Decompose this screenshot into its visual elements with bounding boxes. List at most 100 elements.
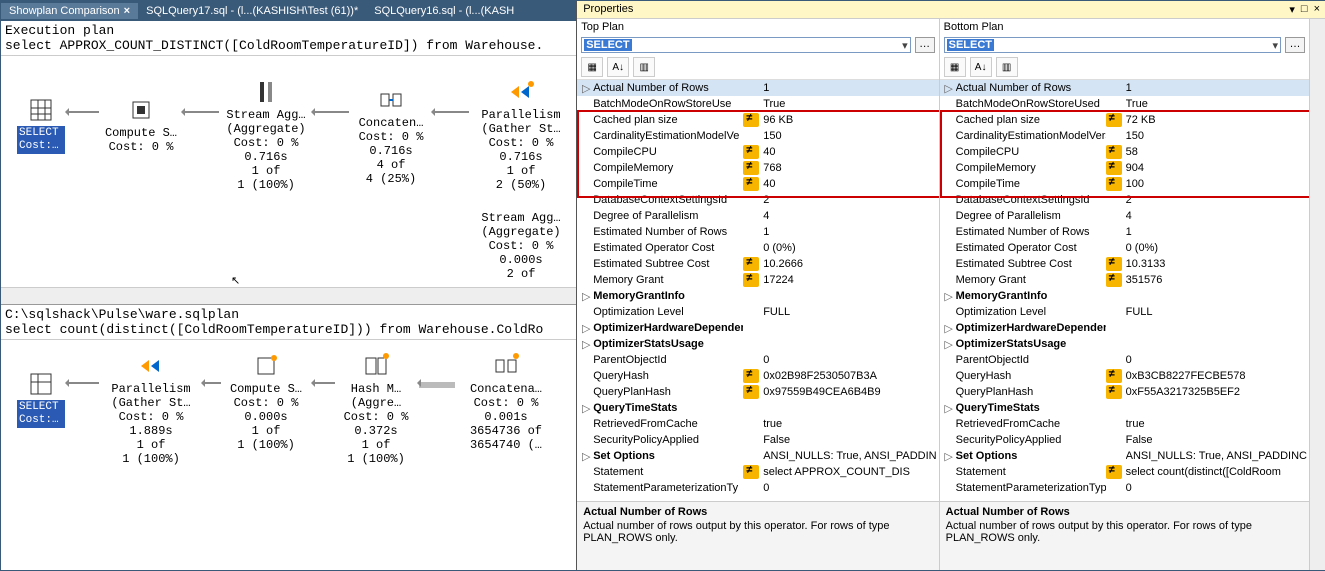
property-row[interactable]: Optimization LevelFULL [940, 304, 1309, 320]
property-row[interactable]: CompileTime40 [577, 176, 938, 192]
property-row[interactable]: ▷MemoryGrantInfo [940, 288, 1309, 304]
node-select[interactable]: SELECTCost:… [17, 96, 65, 154]
horizontal-scrollbar[interactable] [1, 287, 576, 304]
property-row[interactable]: SecurityPolicyAppliedFalse [577, 432, 938, 448]
property-row[interactable]: DatabaseContextSettingsId2 [940, 192, 1309, 208]
vertical-scrollbar[interactable] [1309, 19, 1325, 570]
property-row[interactable]: Degree of Parallelism4 [577, 208, 938, 224]
property-row[interactable]: ▷Set OptionsANSI_NULLS: True, ANSI_PADDI… [940, 448, 1309, 464]
close-icon[interactable]: × [124, 5, 130, 17]
node-compute-scalar[interactable]: Compute S…Cost: 0 %0.000s1 of1 (100%) [221, 352, 311, 452]
node-concatenation[interactable]: Concaten…Cost: 0 %0.716s4 of4 (25%) [351, 86, 431, 186]
property-row[interactable]: ▷QueryTimeStats [577, 400, 938, 416]
property-row[interactable]: Estimated Subtree Cost10.3133 [940, 256, 1309, 272]
property-row[interactable]: CompileCPU40 [577, 144, 938, 160]
property-row[interactable]: ▷Actual Number of Rows1 [940, 80, 1309, 96]
property-row[interactable]: ParentObjectId0 [577, 352, 938, 368]
property-row[interactable]: CompileMemory768 [577, 160, 938, 176]
property-row[interactable]: ▷QueryTimeStats [940, 400, 1309, 416]
expand-icon[interactable]: ▷ [942, 82, 956, 95]
ellipsis-button[interactable]: … [1285, 37, 1305, 53]
alphabetical-button[interactable]: A↓ [970, 57, 992, 77]
expand-icon[interactable]: ▷ [942, 338, 956, 351]
properties-grid[interactable]: ▷Actual Number of Rows1BatchModeOnRowSto… [940, 80, 1309, 501]
top-plan-canvas[interactable]: SELECTCost:… Compute S…Cost: 0 % Stream … [1, 56, 576, 287]
property-row[interactable]: BatchModeOnRowStoreUseTrue [577, 96, 938, 112]
node-compute-scalar[interactable]: Compute S…Cost: 0 % [101, 96, 181, 154]
tab-showplan[interactable]: Showplan Comparison × [1, 3, 138, 19]
property-row[interactable]: QueryPlanHash0xF55A3217325B5EF2 [940, 384, 1309, 400]
property-row[interactable]: Cached plan size96 KB [577, 112, 938, 128]
expand-icon[interactable]: ▷ [579, 450, 593, 463]
categorized-button[interactable]: ▦ [581, 57, 603, 77]
property-value: 0 (0%) [763, 242, 936, 254]
properties-button[interactable]: ▥ [633, 57, 655, 77]
property-row[interactable]: ▷MemoryGrantInfo [577, 288, 938, 304]
property-row[interactable]: ▷OptimizerStatsUsage [940, 336, 1309, 352]
properties-button[interactable]: ▥ [996, 57, 1018, 77]
property-row[interactable]: ▷OptimizerHardwareDependent [940, 320, 1309, 336]
property-row[interactable]: Memory Grant351576 [940, 272, 1309, 288]
property-row[interactable]: Statementselect count(distinct([ColdRoom [940, 464, 1309, 480]
properties-grid[interactable]: ▷Actual Number of Rows1BatchModeOnRowSto… [577, 80, 938, 501]
property-row[interactable]: CompileMemory904 [940, 160, 1309, 176]
property-row[interactable]: ▷OptimizerStatsUsage [577, 336, 938, 352]
property-row[interactable]: Memory Grant17224 [577, 272, 938, 288]
property-row[interactable]: Statementselect APPROX_COUNT_DIS [577, 464, 938, 480]
expand-icon[interactable]: ▷ [942, 290, 956, 303]
operator-select[interactable]: SELECT [581, 37, 910, 53]
properties-panel: Properties ▾ □ × Top Plan SELECT … ▦ A↓ … [577, 1, 1325, 570]
property-row[interactable]: Estimated Operator Cost0 (0%) [577, 240, 938, 256]
property-row[interactable]: StatementParameterizationTy0 [577, 480, 938, 496]
categorized-button[interactable]: ▦ [944, 57, 966, 77]
expand-icon[interactable]: ▷ [579, 402, 593, 415]
property-row[interactable]: StatementParameterizationTyp0 [940, 480, 1309, 496]
node-hash-match[interactable]: Hash M…(Aggre…Cost: 0 %0.372s1 of1 (100%… [336, 352, 416, 466]
property-row[interactable]: QueryHash0x02B98F2530507B3A [577, 368, 938, 384]
node-parallelism[interactable]: Parallelism(Gather St…Cost: 0 %1.889s1 o… [101, 352, 201, 466]
property-row[interactable]: CardinalityEstimationModelVers150 [940, 128, 1309, 144]
property-row[interactable]: Estimated Number of Rows1 [577, 224, 938, 240]
property-row[interactable]: BatchModeOnRowStoreUsedTrue [940, 96, 1309, 112]
property-row[interactable]: DatabaseContextSettingsId2 [577, 192, 938, 208]
property-row[interactable]: ▷Set OptionsANSI_NULLS: True, ANSI_PADDI… [577, 448, 938, 464]
tab-query16[interactable]: SQLQuery16.sql - (l...(KASH [366, 3, 522, 19]
property-row[interactable]: Estimated Subtree Cost10.2666 [577, 256, 938, 272]
node-stream-aggregate[interactable]: Stream Agg…(Aggregate)Cost: 0 %0.716s1 o… [221, 78, 311, 192]
alphabetical-button[interactable]: A↓ [607, 57, 629, 77]
property-row[interactable]: CompileCPU58 [940, 144, 1309, 160]
property-row[interactable]: QueryPlanHash0x97559B49CEA6B4B9 [577, 384, 938, 400]
property-row[interactable]: CompileTime100 [940, 176, 1309, 192]
node-select[interactable]: SELECTCost:… [17, 370, 65, 428]
property-row[interactable]: CardinalityEstimationModelVe150 [577, 128, 938, 144]
property-row[interactable]: Cached plan size72 KB [940, 112, 1309, 128]
node-parallelism[interactable]: Parallelism(Gather St…Cost: 0 %0.716s1 o… [471, 78, 571, 192]
property-row[interactable]: ▷Actual Number of Rows1 [577, 80, 938, 96]
expand-icon[interactable]: ▷ [942, 322, 956, 335]
expand-icon[interactable]: ▷ [942, 450, 956, 463]
property-row[interactable]: Estimated Operator Cost0 (0%) [940, 240, 1309, 256]
expand-icon[interactable]: ▷ [579, 322, 593, 335]
ellipsis-button[interactable]: … [915, 37, 935, 53]
expand-icon[interactable]: ▷ [579, 338, 593, 351]
property-row[interactable]: Estimated Number of Rows1 [940, 224, 1309, 240]
property-row[interactable]: Degree of Parallelism4 [940, 208, 1309, 224]
property-row[interactable]: Optimization LevelFULL [577, 304, 938, 320]
property-row[interactable]: QueryHash0xB3CB8227FECBE578 [940, 368, 1309, 384]
property-row[interactable]: RetrievedFromCachetrue [940, 416, 1309, 432]
property-row[interactable]: RetrievedFromCachetrue [577, 416, 938, 432]
bottom-plan-canvas[interactable]: SELECTCost:… Parallelism(Gather St…Cost:… [1, 340, 576, 571]
node-concatenation[interactable]: Concatena…Cost: 0 %0.001s3654736 of36547… [456, 352, 556, 452]
property-row[interactable]: SecurityPolicyAppliedFalse [940, 432, 1309, 448]
property-row[interactable]: ParentObjectId0 [940, 352, 1309, 368]
expand-icon[interactable]: ▷ [942, 402, 956, 415]
node-stream-aggregate-2[interactable]: Stream Agg…(Aggregate)Cost: 0 %0.000s2 o… [471, 211, 571, 281]
expand-icon[interactable]: ▷ [579, 82, 593, 95]
expand-icon[interactable]: ▷ [579, 290, 593, 303]
tab-query17[interactable]: SQLQuery17.sql - (l...(KASHISH\Test (61)… [138, 3, 366, 19]
close-icon[interactable]: × [1314, 3, 1320, 16]
dropdown-icon[interactable]: ▾ [1289, 3, 1295, 16]
operator-select[interactable]: SELECT [944, 37, 1281, 53]
property-row[interactable]: ▷OptimizerHardwareDependent [577, 320, 938, 336]
pin-icon[interactable]: □ [1301, 3, 1308, 16]
